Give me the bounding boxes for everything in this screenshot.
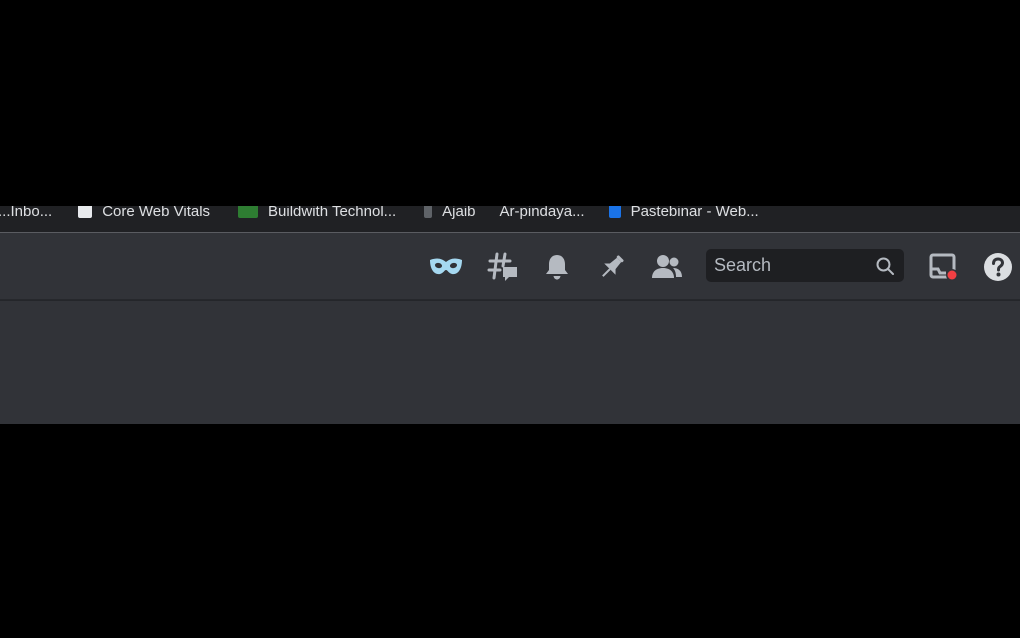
- chat-app-area: [0, 233, 1020, 424]
- bookmark-label: Pastebinar - Web...: [630, 206, 759, 220]
- bookmark-label: Ajaib: [442, 206, 476, 220]
- quest-mask-icon: [430, 258, 462, 275]
- bookmark-item[interactable]: ...Inbo...: [0, 206, 52, 224]
- bookmarks-list: ...Inbo... Core Web Vitals Buildwith Tec…: [0, 206, 759, 232]
- bookmark-favicon-icon: [608, 206, 621, 218]
- bookmark-favicon-icon: [424, 206, 433, 218]
- quest-button[interactable]: [428, 249, 464, 285]
- screen-frame: ...Inbo... Core Web Vitals Buildwith Tec…: [0, 0, 1020, 638]
- bookmark-favicon-icon: [238, 206, 259, 218]
- bookmark-item[interactable]: Core Web Vitals: [78, 206, 210, 224]
- member-list-button[interactable]: [649, 249, 685, 285]
- bookmark-item[interactable]: Pastebinar - Web...: [608, 206, 759, 224]
- bookmark-favicon-icon: [78, 206, 93, 218]
- notification-bell-icon: [546, 255, 568, 280]
- bookmark-label: Buildwith Technol...: [268, 206, 397, 220]
- channel-header-toolbar: [0, 233, 1020, 300]
- search-box[interactable]: [706, 249, 904, 282]
- bookmark-item[interactable]: Buildwith Technol...: [238, 206, 396, 224]
- notification-settings-button[interactable]: [539, 249, 575, 285]
- letterbox-bottom: [0, 424, 1020, 638]
- threads-button[interactable]: [485, 249, 521, 285]
- member-list-icon: [652, 255, 682, 278]
- bookmark-label: ...Inbo...: [0, 206, 53, 220]
- inbox-unread-badge: [947, 270, 957, 280]
- bookmark-label: Ar-pindaya...: [499, 206, 585, 220]
- inbox-icon: [929, 253, 958, 281]
- search-icon: [874, 255, 896, 277]
- pinned-messages-button[interactable]: [594, 249, 630, 285]
- inbox-button[interactable]: [925, 249, 961, 285]
- letterbox-top: [0, 0, 1020, 212]
- help-button[interactable]: [980, 249, 1016, 285]
- help-icon: [984, 253, 1012, 281]
- search-input[interactable]: [714, 255, 874, 276]
- bookmarks-bar: ...Inbo... Core Web Vitals Buildwith Tec…: [0, 206, 1020, 232]
- threads-icon: [487, 252, 517, 281]
- bookmark-label: Core Web Vitals: [102, 206, 211, 220]
- bookmark-item[interactable]: Ajaib: [424, 206, 476, 224]
- bookmark-item[interactable]: Ar-pindaya...: [500, 206, 585, 224]
- pin-icon: [602, 255, 624, 277]
